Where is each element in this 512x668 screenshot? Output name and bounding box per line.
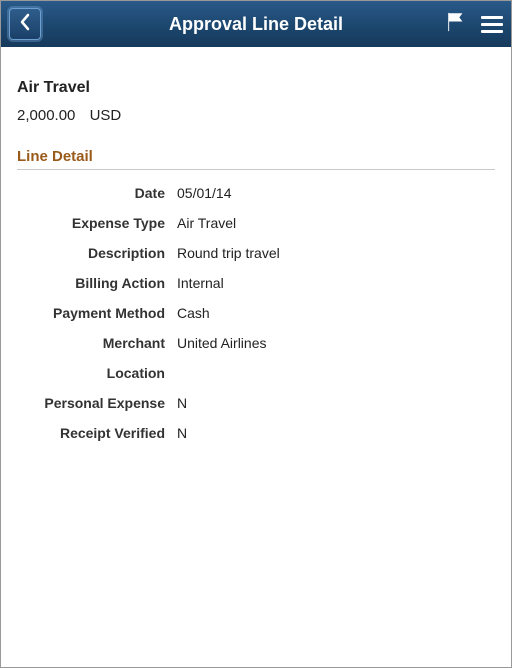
row-payment-method: Payment Method Cash — [17, 298, 495, 328]
row-date: Date 05/01/14 — [17, 178, 495, 208]
row-receipt-verified: Receipt Verified N — [17, 418, 495, 448]
label-merchant: Merchant — [17, 335, 177, 351]
section-title: Line Detail — [17, 148, 495, 170]
page-title: Approval Line Detail — [1, 14, 511, 35]
summary-type: Air Travel — [17, 79, 495, 97]
value-billing-action: Internal — [177, 275, 224, 291]
row-personal-expense: Personal Expense N — [17, 388, 495, 418]
value-merchant: United Airlines — [177, 335, 267, 351]
value-date: 05/01/14 — [177, 185, 232, 201]
row-merchant: Merchant United Airlines — [17, 328, 495, 358]
label-personal-expense: Personal Expense — [17, 395, 177, 411]
menu-button[interactable] — [481, 16, 503, 33]
line-detail-table: Date 05/01/14 Expense Type Air Travel De… — [17, 178, 495, 448]
label-expense-type: Expense Type — [17, 215, 177, 231]
summary-amount-row: 2,000.00 USD — [17, 107, 495, 124]
label-receipt-verified: Receipt Verified — [17, 425, 177, 441]
header-actions — [445, 11, 503, 38]
value-personal-expense: N — [177, 395, 187, 411]
content-area: Air Travel 2,000.00 USD Line Detail Date… — [1, 47, 511, 448]
chevron-left-icon — [18, 13, 32, 36]
label-payment-method: Payment Method — [17, 305, 177, 321]
value-description: Round trip travel — [177, 245, 280, 261]
row-description: Description Round trip travel — [17, 238, 495, 268]
label-billing-action: Billing Action — [17, 275, 177, 291]
value-payment-method: Cash — [177, 305, 210, 321]
label-date: Date — [17, 185, 177, 201]
row-expense-type: Expense Type Air Travel — [17, 208, 495, 238]
hamburger-icon — [481, 16, 503, 19]
flag-icon[interactable] — [445, 11, 467, 38]
app-header: Approval Line Detail — [1, 1, 511, 47]
summary-amount: 2,000.00 — [17, 107, 75, 124]
row-location: Location — [17, 358, 495, 388]
label-location: Location — [17, 365, 177, 381]
row-billing-action: Billing Action Internal — [17, 268, 495, 298]
value-receipt-verified: N — [177, 425, 187, 441]
label-description: Description — [17, 245, 177, 261]
back-button[interactable] — [9, 8, 41, 40]
summary-currency: USD — [90, 107, 122, 124]
value-expense-type: Air Travel — [177, 215, 236, 231]
